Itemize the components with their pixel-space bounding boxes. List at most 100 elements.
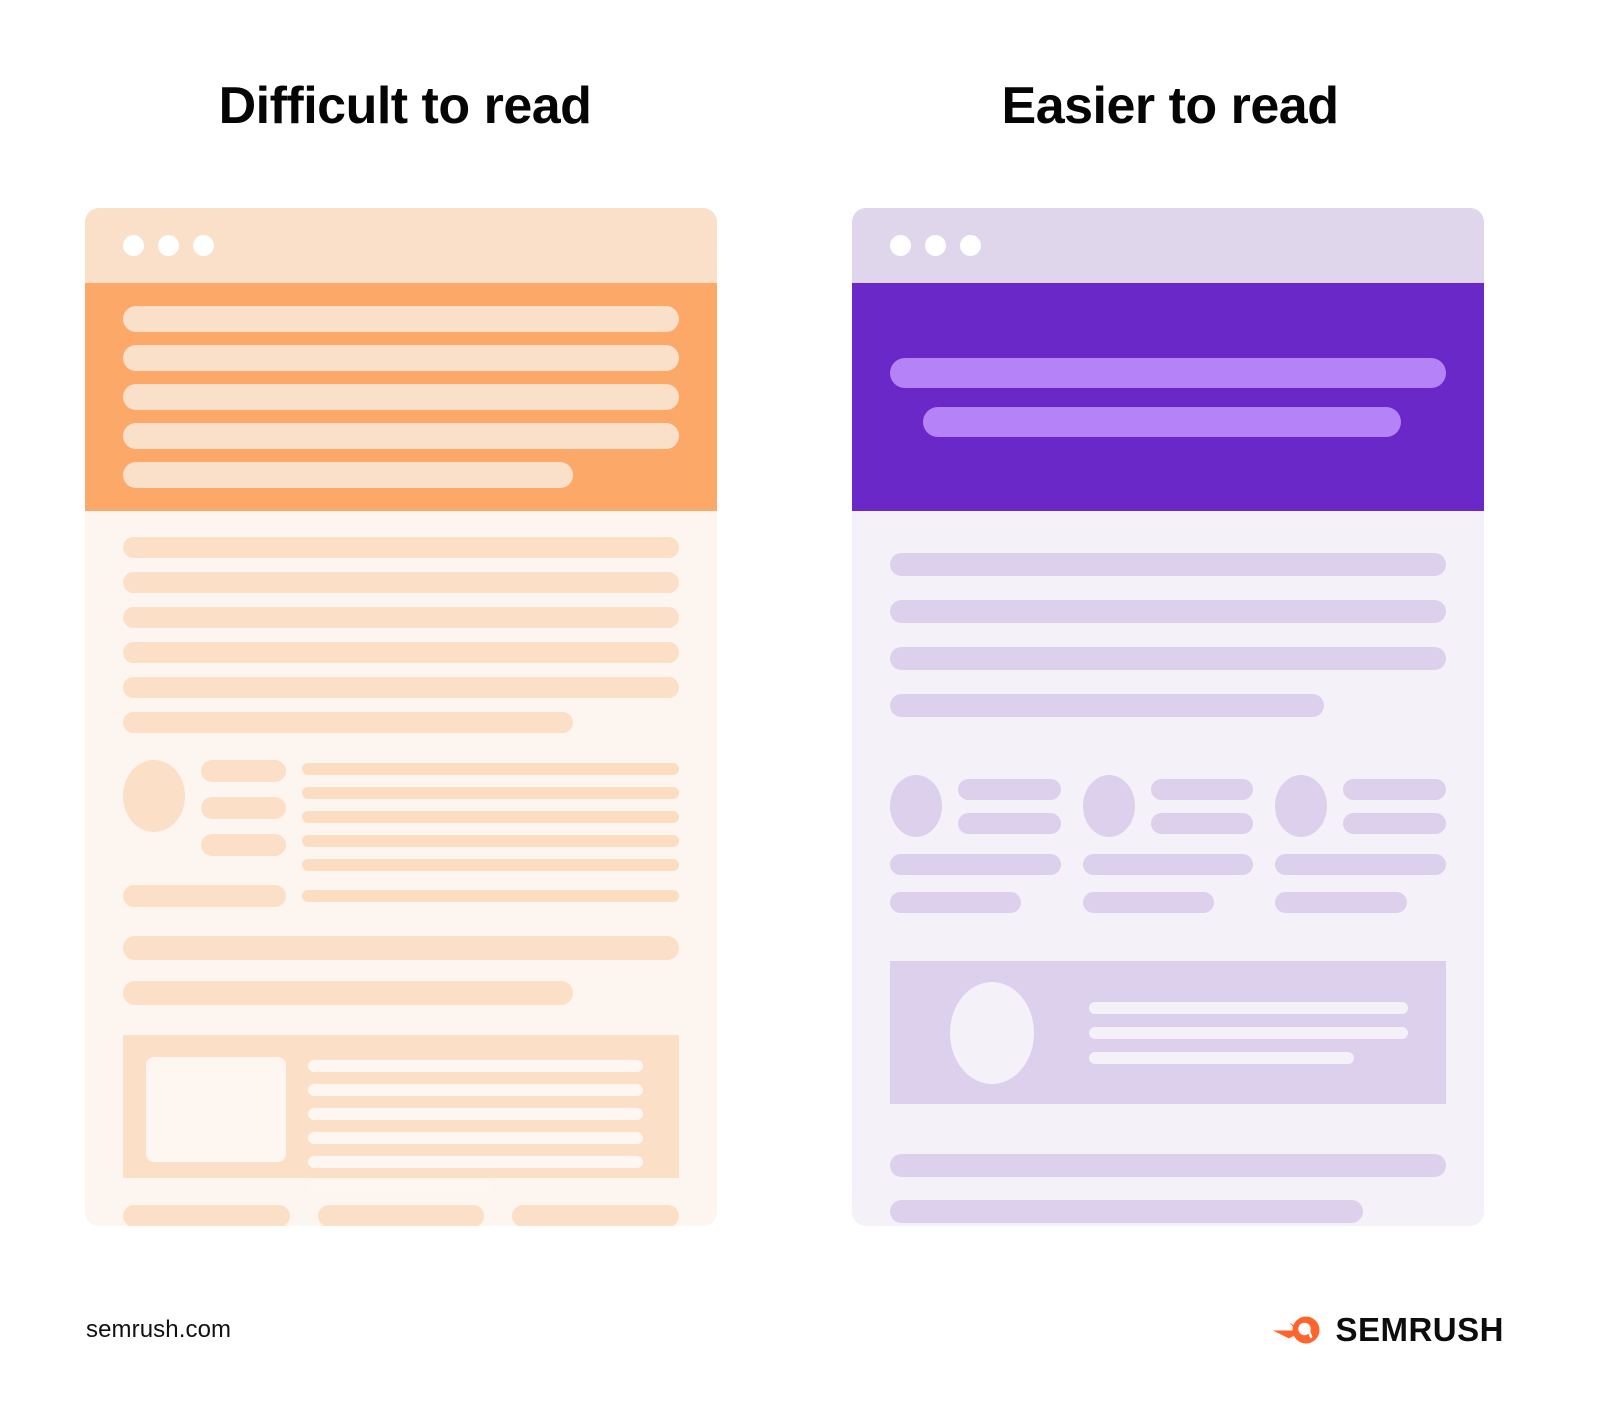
- text-line: [1089, 1026, 1408, 1039]
- text-line: [890, 553, 1446, 576]
- panel-title-easier: Easier to read: [1001, 77, 1339, 135]
- text-line: [890, 694, 1324, 717]
- card-text-column: [308, 1057, 643, 1192]
- footer-link[interactable]: [512, 1205, 679, 1226]
- text-line: [308, 1132, 643, 1144]
- feature-column: [1275, 775, 1446, 913]
- text-line: [890, 600, 1446, 623]
- text-line: [308, 1108, 643, 1120]
- text-line: [1089, 1001, 1408, 1014]
- feature-title-block: [1150, 778, 1254, 834]
- hero-text-line: [923, 406, 1402, 437]
- window-dot-maximize-icon[interactable]: [193, 235, 214, 256]
- paragraph-block: [123, 511, 679, 733]
- avatar: [950, 981, 1034, 1084]
- window-dot-minimize-icon[interactable]: [158, 235, 179, 256]
- semrush-comet-icon: [1273, 1316, 1320, 1344]
- text-line: [1082, 854, 1254, 875]
- text-line: [1343, 812, 1446, 834]
- text-line: [1150, 778, 1254, 800]
- footer-link[interactable]: [317, 1205, 485, 1226]
- content-card[interactable]: [123, 1035, 679, 1192]
- footer-link-grid: [123, 1205, 679, 1226]
- text-line: [1343, 778, 1446, 800]
- feature-header: [890, 775, 1061, 837]
- hero-banner-difficult: [85, 283, 717, 511]
- site-url: semrush.com: [86, 1316, 232, 1343]
- text-line: [123, 537, 679, 558]
- text-line: [123, 936, 679, 960]
- feature-header: [1275, 775, 1446, 837]
- text-line: [1082, 892, 1215, 913]
- text-line: [1275, 892, 1407, 913]
- avatar: [1082, 775, 1135, 837]
- browser-window-difficult: [85, 208, 717, 1226]
- avatar-meta-column: [201, 760, 286, 856]
- semrush-brand: SEMRUSH: [1273, 1311, 1504, 1349]
- window-dot-minimize-icon[interactable]: [925, 235, 946, 256]
- text-line: [302, 763, 679, 775]
- text-line: [123, 712, 574, 733]
- text-line: [1150, 812, 1254, 834]
- text-line: [958, 778, 1061, 800]
- comparison-infographic: Difficult to read Easier to read semrush…: [0, 0, 1600, 1402]
- text-line: [123, 572, 679, 593]
- text-line: [890, 892, 1022, 913]
- hero-banner-easier: [852, 283, 1484, 511]
- hero-text-line: [123, 345, 679, 371]
- text-line: [123, 981, 574, 1005]
- browser-window-easier: [852, 208, 1484, 1226]
- page-body-easier: [852, 511, 1484, 1226]
- hero-text-line: [123, 306, 679, 332]
- feature-title-block: [958, 778, 1061, 834]
- callout-card[interactable]: [890, 961, 1446, 1104]
- text-line: [308, 1060, 643, 1072]
- feature-title-block: [1343, 778, 1446, 834]
- hero-text-line: [890, 357, 1446, 388]
- text-line: [890, 1200, 1363, 1223]
- feature-columns: [890, 775, 1446, 913]
- text-line: [308, 1156, 643, 1168]
- footer-link[interactable]: [123, 1205, 290, 1226]
- text-line: [302, 859, 679, 871]
- window-dot-close-icon[interactable]: [123, 235, 144, 256]
- text-line: [890, 1154, 1446, 1177]
- meta-pill: [201, 760, 286, 782]
- text-line: [302, 811, 679, 823]
- card-image-placeholder: [146, 1057, 286, 1162]
- browser-titlebar-difficult: [85, 208, 717, 283]
- text-line: [123, 677, 679, 698]
- callout-text-column: [1089, 1001, 1408, 1064]
- text-line: [958, 812, 1061, 834]
- feature-column: [1082, 775, 1254, 913]
- hero-text-line: [123, 462, 574, 488]
- hero-text-line: [123, 384, 679, 410]
- text-line: [308, 1084, 643, 1096]
- avatar: [890, 775, 942, 837]
- window-dot-maximize-icon[interactable]: [960, 235, 981, 256]
- panel-title-difficult: Difficult to read: [218, 77, 592, 135]
- window-dot-close-icon[interactable]: [890, 235, 911, 256]
- semrush-wordmark: SEMRUSH: [1335, 1311, 1504, 1348]
- paragraph-block: [890, 511, 1446, 717]
- avatar: [123, 760, 185, 832]
- page-body-difficult: [85, 511, 717, 1226]
- avatar-text-column: [302, 760, 679, 871]
- text-line: [123, 642, 679, 663]
- text-line: [308, 1180, 493, 1192]
- meta-pill: [123, 885, 286, 907]
- text-line: [123, 607, 679, 628]
- avatar-trailing-row: [123, 885, 679, 907]
- meta-pill: [201, 834, 286, 856]
- text-line: [890, 854, 1061, 875]
- emphasis-block: [123, 936, 679, 1005]
- browser-titlebar-easier: [852, 208, 1484, 283]
- avatar-content-row: [123, 760, 679, 871]
- text-line: [1275, 854, 1446, 875]
- closing-paragraph-block: [890, 1154, 1446, 1223]
- meta-pill: [201, 797, 286, 819]
- text-line: [1089, 1051, 1354, 1064]
- text-line: [302, 787, 679, 799]
- text-line: [302, 835, 679, 847]
- feature-header: [1082, 775, 1254, 837]
